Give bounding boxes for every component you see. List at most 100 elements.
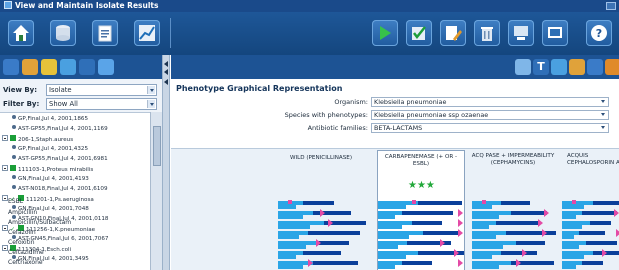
mic-marker <box>458 219 463 227</box>
drug-label: Cefazolin <box>8 229 36 236</box>
filter-by-select[interactable]: Show All <box>46 98 157 110</box>
tree-item-label: AST-GP55,Final,Jul 4, 2001,6981 <box>18 156 108 162</box>
chart-button[interactable] <box>134 20 160 46</box>
tree-scrollbar[interactable] <box>150 112 162 270</box>
clipboard-button[interactable] <box>92 20 118 46</box>
phenotype-header[interactable]: ACQUIS CEPHALOSPORIN ACC- <box>561 150 619 200</box>
collapse-icon[interactable] <box>2 165 8 171</box>
organism-select[interactable]: Klebsiella pneumoniae <box>371 97 609 107</box>
phenotype-header[interactable]: ACQ PASE + IMPERMEABILITY (CEPHAMYCINS) <box>471 150 555 200</box>
window-title-bar: View and Maintain Isolate Results <box>0 0 619 12</box>
tree-test-item[interactable]: GP,Final,Jul 4, 2001,4325 <box>0 145 150 154</box>
distribution-bar <box>278 245 306 249</box>
distribution-bar <box>402 211 453 215</box>
new-isolate-icon[interactable] <box>3 59 19 75</box>
drug-label: Ampicillin <box>8 209 38 216</box>
tree-item-label: 206-1,Staph.aureus <box>18 137 74 143</box>
approve-icon <box>412 26 426 40</box>
expert-icon[interactable] <box>587 59 603 75</box>
home-icon <box>13 25 29 41</box>
mic-marker <box>522 249 527 257</box>
collapse-icon[interactable] <box>2 135 8 141</box>
camera-icon[interactable] <box>515 59 531 75</box>
right-toolbar: T <box>171 55 619 79</box>
distribution-bar <box>496 221 539 225</box>
tree-test-item[interactable]: AST-GP55,Final,Jul 4, 2001,1169 <box>0 125 150 134</box>
filter-by-label: Filter By: <box>3 100 40 108</box>
navigation-panel: View By: Isolate Filter By: Show All GP,… <box>0 55 163 270</box>
mic-marker <box>288 200 292 204</box>
drug-label: Cefoxitin <box>8 239 35 246</box>
collapse-left-icon[interactable] <box>164 69 168 75</box>
distribution-bar <box>318 241 349 245</box>
panel-splitter[interactable] <box>163 55 170 270</box>
species-label: Species with phenotypes: <box>284 111 368 119</box>
text-icon[interactable]: T <box>533 59 549 75</box>
export-button[interactable] <box>508 20 534 46</box>
export-icon <box>514 26 528 40</box>
home-button[interactable] <box>8 20 34 46</box>
distribution-bar <box>378 235 409 239</box>
distribution-bar <box>303 251 341 255</box>
distribution-bar <box>378 205 406 209</box>
filter-icon[interactable] <box>79 59 95 75</box>
chevron-down-icon <box>147 100 155 108</box>
distribution-bar <box>579 231 605 235</box>
toolbar-separator <box>170 18 171 48</box>
mic-marker <box>412 200 416 204</box>
tree-test-item[interactable]: GN,Final,Jul 4, 2001,4193 <box>0 175 150 184</box>
tag-icon[interactable] <box>60 59 76 75</box>
tree-test-item[interactable]: AST-N018,Final,Jul 4, 2001,6109 <box>0 185 150 194</box>
species-value: Klebsiella pneumoniae ssp ozaenae <box>374 111 489 119</box>
antibiotic-families-value: BETA-LACTAMS <box>374 124 423 132</box>
distribution-bar <box>562 205 584 209</box>
drug-label: Ampicillin/Sulbactam <box>8 219 72 226</box>
distribution-bar <box>412 221 442 225</box>
scrollbar-thumb[interactable] <box>153 126 161 166</box>
filter-by-row: Filter By: Show All <box>3 98 158 111</box>
chevron-down-icon <box>600 99 607 105</box>
run-button[interactable] <box>372 20 398 46</box>
species-select[interactable]: Klebsiella pneumoniae ssp ozaenae <box>371 110 609 120</box>
print-button[interactable] <box>542 20 568 46</box>
distribution-bar <box>418 201 462 205</box>
database-button[interactable] <box>50 20 76 46</box>
tree-test-item[interactable]: GP,Final,Jul 4, 2001,1865 <box>0 115 150 124</box>
edit-isolate-icon[interactable] <box>41 59 57 75</box>
filter-by-value: Show All <box>49 100 78 108</box>
window-menu-button[interactable] <box>606 2 616 10</box>
app-icon <box>4 1 12 9</box>
mic-marker <box>572 200 576 204</box>
view-icon[interactable] <box>551 59 567 75</box>
approve-button[interactable] <box>406 20 432 46</box>
tree-isolate-item[interactable]: 111103-1,Proteus mirabilis <box>0 165 150 174</box>
notes-icon[interactable] <box>569 59 585 75</box>
distribution-bar <box>378 225 402 229</box>
chevron-down-icon <box>600 125 607 131</box>
delete-icon <box>481 27 493 41</box>
tree-item-label: GN,Final,Jul 4, 2001,4193 <box>18 176 89 182</box>
view-by-select[interactable]: Isolate <box>46 84 157 96</box>
phenotype-header[interactable]: WILD (PENICILLINASE) <box>275 150 367 200</box>
window-title: View and Maintain Isolate Results <box>15 1 159 10</box>
edit-button[interactable] <box>440 20 466 46</box>
tree-test-item[interactable]: AST-GP55,Final,Jul 4, 2001,6981 <box>0 155 150 164</box>
collapse-left-icon[interactable] <box>164 61 168 67</box>
distribution-bar <box>472 235 496 239</box>
delete-button[interactable] <box>474 20 500 46</box>
collapse-left-icon[interactable] <box>164 79 168 85</box>
main-toolbar: ? <box>0 12 619 55</box>
alert-icon[interactable] <box>605 59 619 75</box>
antibiotic-families-select[interactable]: BETA-LACTAMS <box>371 123 609 133</box>
distribution-bar <box>278 215 303 219</box>
isolate-status-icon <box>10 135 16 141</box>
tree-isolate-item[interactable]: 206-1,Staph.aureus <box>0 135 150 144</box>
add-icon[interactable] <box>22 59 38 75</box>
mic-marker <box>458 259 463 267</box>
help-button[interactable]: ? <box>586 20 612 46</box>
refresh-icon[interactable] <box>98 59 114 75</box>
antibiotic-families-label: Antibiotic families: <box>307 124 368 132</box>
bullet-icon <box>12 155 16 159</box>
view-by-value: Isolate <box>49 86 72 94</box>
left-toolbar <box>0 55 162 79</box>
